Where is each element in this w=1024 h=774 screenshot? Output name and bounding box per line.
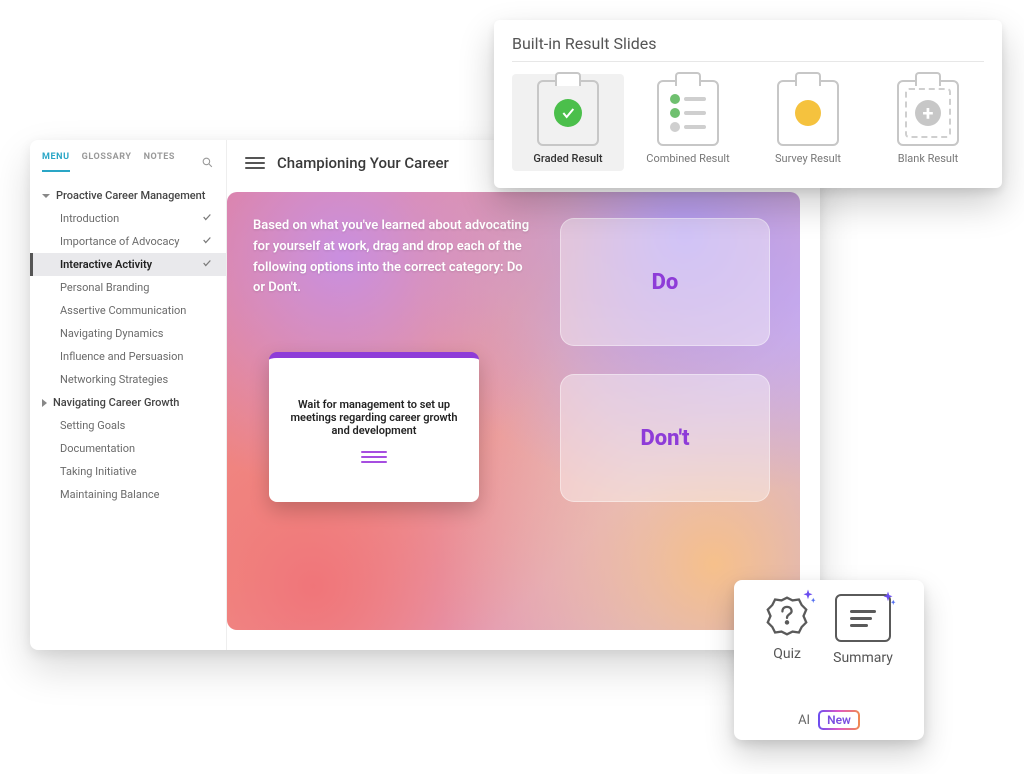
ai-summary-button[interactable]: Summary <box>833 594 893 666</box>
item-label: Setting Goals <box>60 419 125 432</box>
outline-item-maintaining-balance[interactable]: Maintaining Balance <box>30 483 226 506</box>
summary-doc-icon <box>835 594 891 642</box>
outline-item-taking-initiative[interactable]: Taking Initiative <box>30 460 226 483</box>
tab-menu[interactable]: MENU <box>42 152 70 172</box>
ai-quiz-button[interactable]: Quiz <box>765 594 809 666</box>
clipboard-list-icon <box>657 80 719 146</box>
outline-item-documentation[interactable]: Documentation <box>30 437 226 460</box>
section-label: Proactive Career Management <box>56 189 205 202</box>
quiz-badge-icon <box>765 594 809 638</box>
drag-card-text: Wait for management to set up meetings r… <box>283 398 465 437</box>
section-label: Navigating Career Growth <box>53 396 179 409</box>
item-label: Navigating Dynamics <box>60 327 163 340</box>
course-title: Championing Your Career <box>277 154 449 172</box>
item-label: Importance of Advocacy <box>60 235 180 248</box>
result-option-label: Blank Result <box>898 152 959 165</box>
panel-title: Built-in Result Slides <box>512 34 984 62</box>
search-icon[interactable] <box>201 156 214 169</box>
result-option-combined[interactable]: Combined Result <box>632 74 744 171</box>
result-slide-options: Graded Result Combined Result <box>512 74 984 171</box>
grip-icon <box>361 451 387 463</box>
tab-glossary[interactable]: GLOSSARY <box>82 152 132 172</box>
ai-tools-row: Quiz Summary <box>765 594 893 666</box>
chevron-down-icon <box>42 194 50 198</box>
drop-zone-label: Do <box>652 270 679 295</box>
outline-item-interactive-activity[interactable]: Interactive Activity <box>30 253 226 276</box>
sparkle-icon <box>799 588 817 610</box>
hamburger-icon[interactable] <box>245 154 265 172</box>
slide-canvas: Based on what you've learned about advoc… <box>227 192 800 630</box>
clipboard-check-icon <box>537 80 599 146</box>
ai-tools-panel: Quiz Summary AI New <box>734 580 924 740</box>
tab-notes[interactable]: NOTES <box>144 152 175 172</box>
menu-outline: Proactive Career Management Introduction… <box>30 178 226 506</box>
slide-instructions: Based on what you've learned about advoc… <box>253 216 533 299</box>
item-label: Taking Initiative <box>60 465 137 478</box>
item-label: Influence and Persuasion <box>60 350 183 363</box>
drop-zone-do[interactable]: Do <box>560 218 770 346</box>
result-option-label: Graded Result <box>533 152 602 165</box>
outline-item-navigating-dynamics[interactable]: Navigating Dynamics <box>30 322 226 345</box>
outline-item-setting-goals[interactable]: Setting Goals <box>30 414 226 437</box>
clipboard-smile-icon <box>777 80 839 146</box>
item-label: Interactive Activity <box>60 258 152 271</box>
section-navigating-career-growth[interactable]: Navigating Career Growth <box>30 391 226 414</box>
check-icon <box>202 258 212 271</box>
player-content: Championing Your Career Based on what yo… <box>227 140 820 650</box>
check-icon <box>202 235 212 248</box>
item-label: Documentation <box>60 442 135 455</box>
ai-summary-label: Summary <box>833 650 893 666</box>
outline-item-assertive-communication[interactable]: Assertive Communication <box>30 299 226 322</box>
ai-footer: AI New <box>798 710 860 730</box>
item-label: Networking Strategies <box>60 373 168 386</box>
sparkle-icon <box>879 590 897 612</box>
result-option-graded[interactable]: Graded Result <box>512 74 624 171</box>
item-label: Introduction <box>60 212 119 225</box>
result-option-label: Combined Result <box>646 152 729 165</box>
sidebar-tabs: MENU GLOSSARY NOTES <box>30 140 226 178</box>
drag-card[interactable]: Wait for management to set up meetings r… <box>269 352 479 502</box>
drop-zone-dont[interactable]: Don't <box>560 374 770 502</box>
player-sidebar: MENU GLOSSARY NOTES Proactive Career Man… <box>30 140 227 650</box>
drop-zone-label: Don't <box>640 426 689 451</box>
section-proactive-career-management[interactable]: Proactive Career Management <box>30 184 226 207</box>
ai-footer-label: AI <box>798 713 810 728</box>
check-icon <box>202 212 212 225</box>
result-slides-panel: Built-in Result Slides Graded Result <box>494 20 1002 188</box>
ai-quiz-label: Quiz <box>773 646 801 662</box>
item-label: Personal Branding <box>60 281 149 294</box>
outline-item-personal-branding[interactable]: Personal Branding <box>30 276 226 299</box>
outline-item-influence-and-persuasion[interactable]: Influence and Persuasion <box>30 345 226 368</box>
new-badge: New <box>818 710 860 730</box>
result-option-label: Survey Result <box>775 152 841 165</box>
outline-item-importance-of-advocacy[interactable]: Importance of Advocacy <box>30 230 226 253</box>
item-label: Maintaining Balance <box>60 488 159 501</box>
course-player-window: MENU GLOSSARY NOTES Proactive Career Man… <box>30 140 820 650</box>
clipboard-plus-icon: + <box>897 80 959 146</box>
chevron-right-icon <box>42 399 47 407</box>
result-option-blank[interactable]: + Blank Result <box>872 74 984 171</box>
result-option-survey[interactable]: Survey Result <box>752 74 864 171</box>
outline-item-introduction[interactable]: Introduction <box>30 207 226 230</box>
item-label: Assertive Communication <box>60 304 186 317</box>
outline-item-networking-strategies[interactable]: Networking Strategies <box>30 368 226 391</box>
